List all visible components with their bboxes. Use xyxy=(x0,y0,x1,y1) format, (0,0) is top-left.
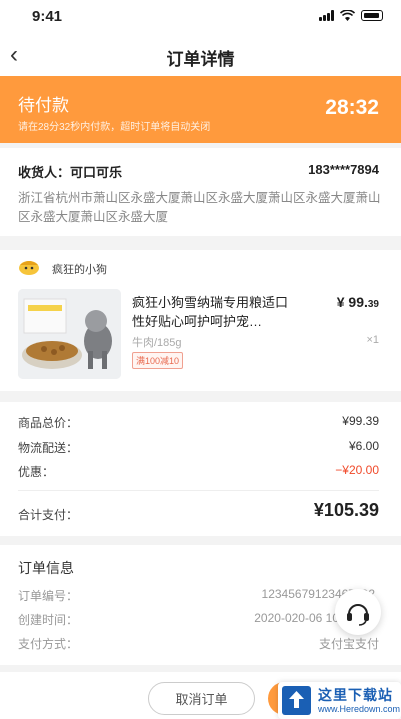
order-info-title: 订单信息 xyxy=(18,560,74,576)
recipient-name: 收货人：可口可乐 xyxy=(18,165,123,180)
product-name[interactable]: 疯狂小狗雪纳瑞专用粮适口性好贴心呵护呵护宠… xyxy=(132,293,300,331)
summary-row: 优惠： −¥20.00 xyxy=(18,463,379,480)
shop-logo-icon xyxy=(19,261,39,275)
order-info-row: 订单编号： 12345679123467892 xyxy=(18,587,375,604)
order-created-time: 2020-020-06 10 xyxy=(254,611,339,625)
payment-status-banner: 待付款 请在28分32秒内付款，超时订单将自动关闭 28:32 xyxy=(0,76,401,143)
payment-status-subtitle: 请在28分32秒内付款，超时订单将自动关闭 xyxy=(18,122,211,133)
countdown-timer: 28:32 xyxy=(325,96,379,119)
order-info-label: 创建时间： xyxy=(18,613,79,627)
order-info-row: 支付方式： 支付宝支付 xyxy=(18,635,379,652)
product-image[interactable] xyxy=(18,289,121,379)
payment-method: 支付宝支付 xyxy=(318,637,379,651)
product-spec: 牛肉/185g xyxy=(132,337,182,349)
battery-icon xyxy=(361,10,383,21)
status-icons xyxy=(319,10,383,21)
watermark-url: www.Heredown.com xyxy=(318,704,401,714)
total-value: ¥105.39 xyxy=(313,500,379,520)
summary-label: 商品总价： xyxy=(18,416,79,430)
recipient-phone: 183****7894 xyxy=(308,162,379,177)
page-title: 订单详情 xyxy=(166,50,235,69)
summary-value: ¥6.00 xyxy=(348,439,379,453)
watermark-title: 这里下载站 xyxy=(318,687,393,703)
total-label: 合计支付： xyxy=(18,508,79,522)
promo-badge: 满100减10 xyxy=(132,352,184,369)
discount-value: −¥20.00 xyxy=(335,463,379,477)
headset-icon xyxy=(347,604,369,626)
product-price-decimal: 39 xyxy=(367,299,379,310)
customer-service-button[interactable] xyxy=(335,589,381,635)
summary-row: 商品总价： ¥99.39 xyxy=(18,414,379,431)
watermark-logo-icon xyxy=(282,686,311,715)
address-detail: 浙江省杭州市萧山区永盛大厦萧山区永盛大厦萧山区永盛大厦萧山区永盛大厦萧山区永盛大… xyxy=(18,191,381,224)
product-quantity: ×1 xyxy=(366,334,379,346)
summary-label: 优惠： xyxy=(18,465,55,479)
cancel-order-button[interactable]: 取消订单 xyxy=(148,682,255,715)
product-price-main: ¥ 99. xyxy=(336,294,368,310)
product-price: ¥ 99.39 xyxy=(337,294,379,310)
order-info-label: 支付方式： xyxy=(18,637,79,651)
nav-bar: ‹ 订单详情 xyxy=(0,34,401,76)
summary-value: ¥99.39 xyxy=(342,414,379,428)
signal-icon xyxy=(319,10,334,21)
price-summary-card: 商品总价： ¥99.39 物流配送： ¥6.00 优惠： −¥20.00 合计支… xyxy=(0,402,401,536)
status-bar: 9:41 xyxy=(0,0,401,34)
wifi-icon xyxy=(340,10,355,21)
summary-label: 物流配送： xyxy=(18,441,79,455)
payment-status-title: 待付款 xyxy=(18,96,69,115)
summary-row: 物流配送： ¥6.00 xyxy=(18,439,379,456)
address-card[interactable]: 收货人：可口可乐 183****7894 浙江省杭州市萧山区永盛大厦萧山区永盛大… xyxy=(0,148,401,236)
order-info-card: 订单信息 订单编号： 12345679123467892 创建时间： 2020-… xyxy=(0,545,401,665)
order-info-row: 创建时间： 2020-020-06 10 xyxy=(18,611,339,628)
shop-card: 疯狂的小狗 疯狂小狗雪纳瑞专用粮适口性好贴心呵护呵护宠… ¥ 99.39 牛肉/… xyxy=(0,250,401,391)
status-time: 9:41 xyxy=(32,8,63,25)
shop-name[interactable]: 疯狂的小狗 xyxy=(52,261,107,277)
watermark: 这里下载站 www.Heredown.com xyxy=(278,682,401,719)
order-info-label: 订单编号： xyxy=(18,589,79,603)
divider xyxy=(18,490,379,491)
